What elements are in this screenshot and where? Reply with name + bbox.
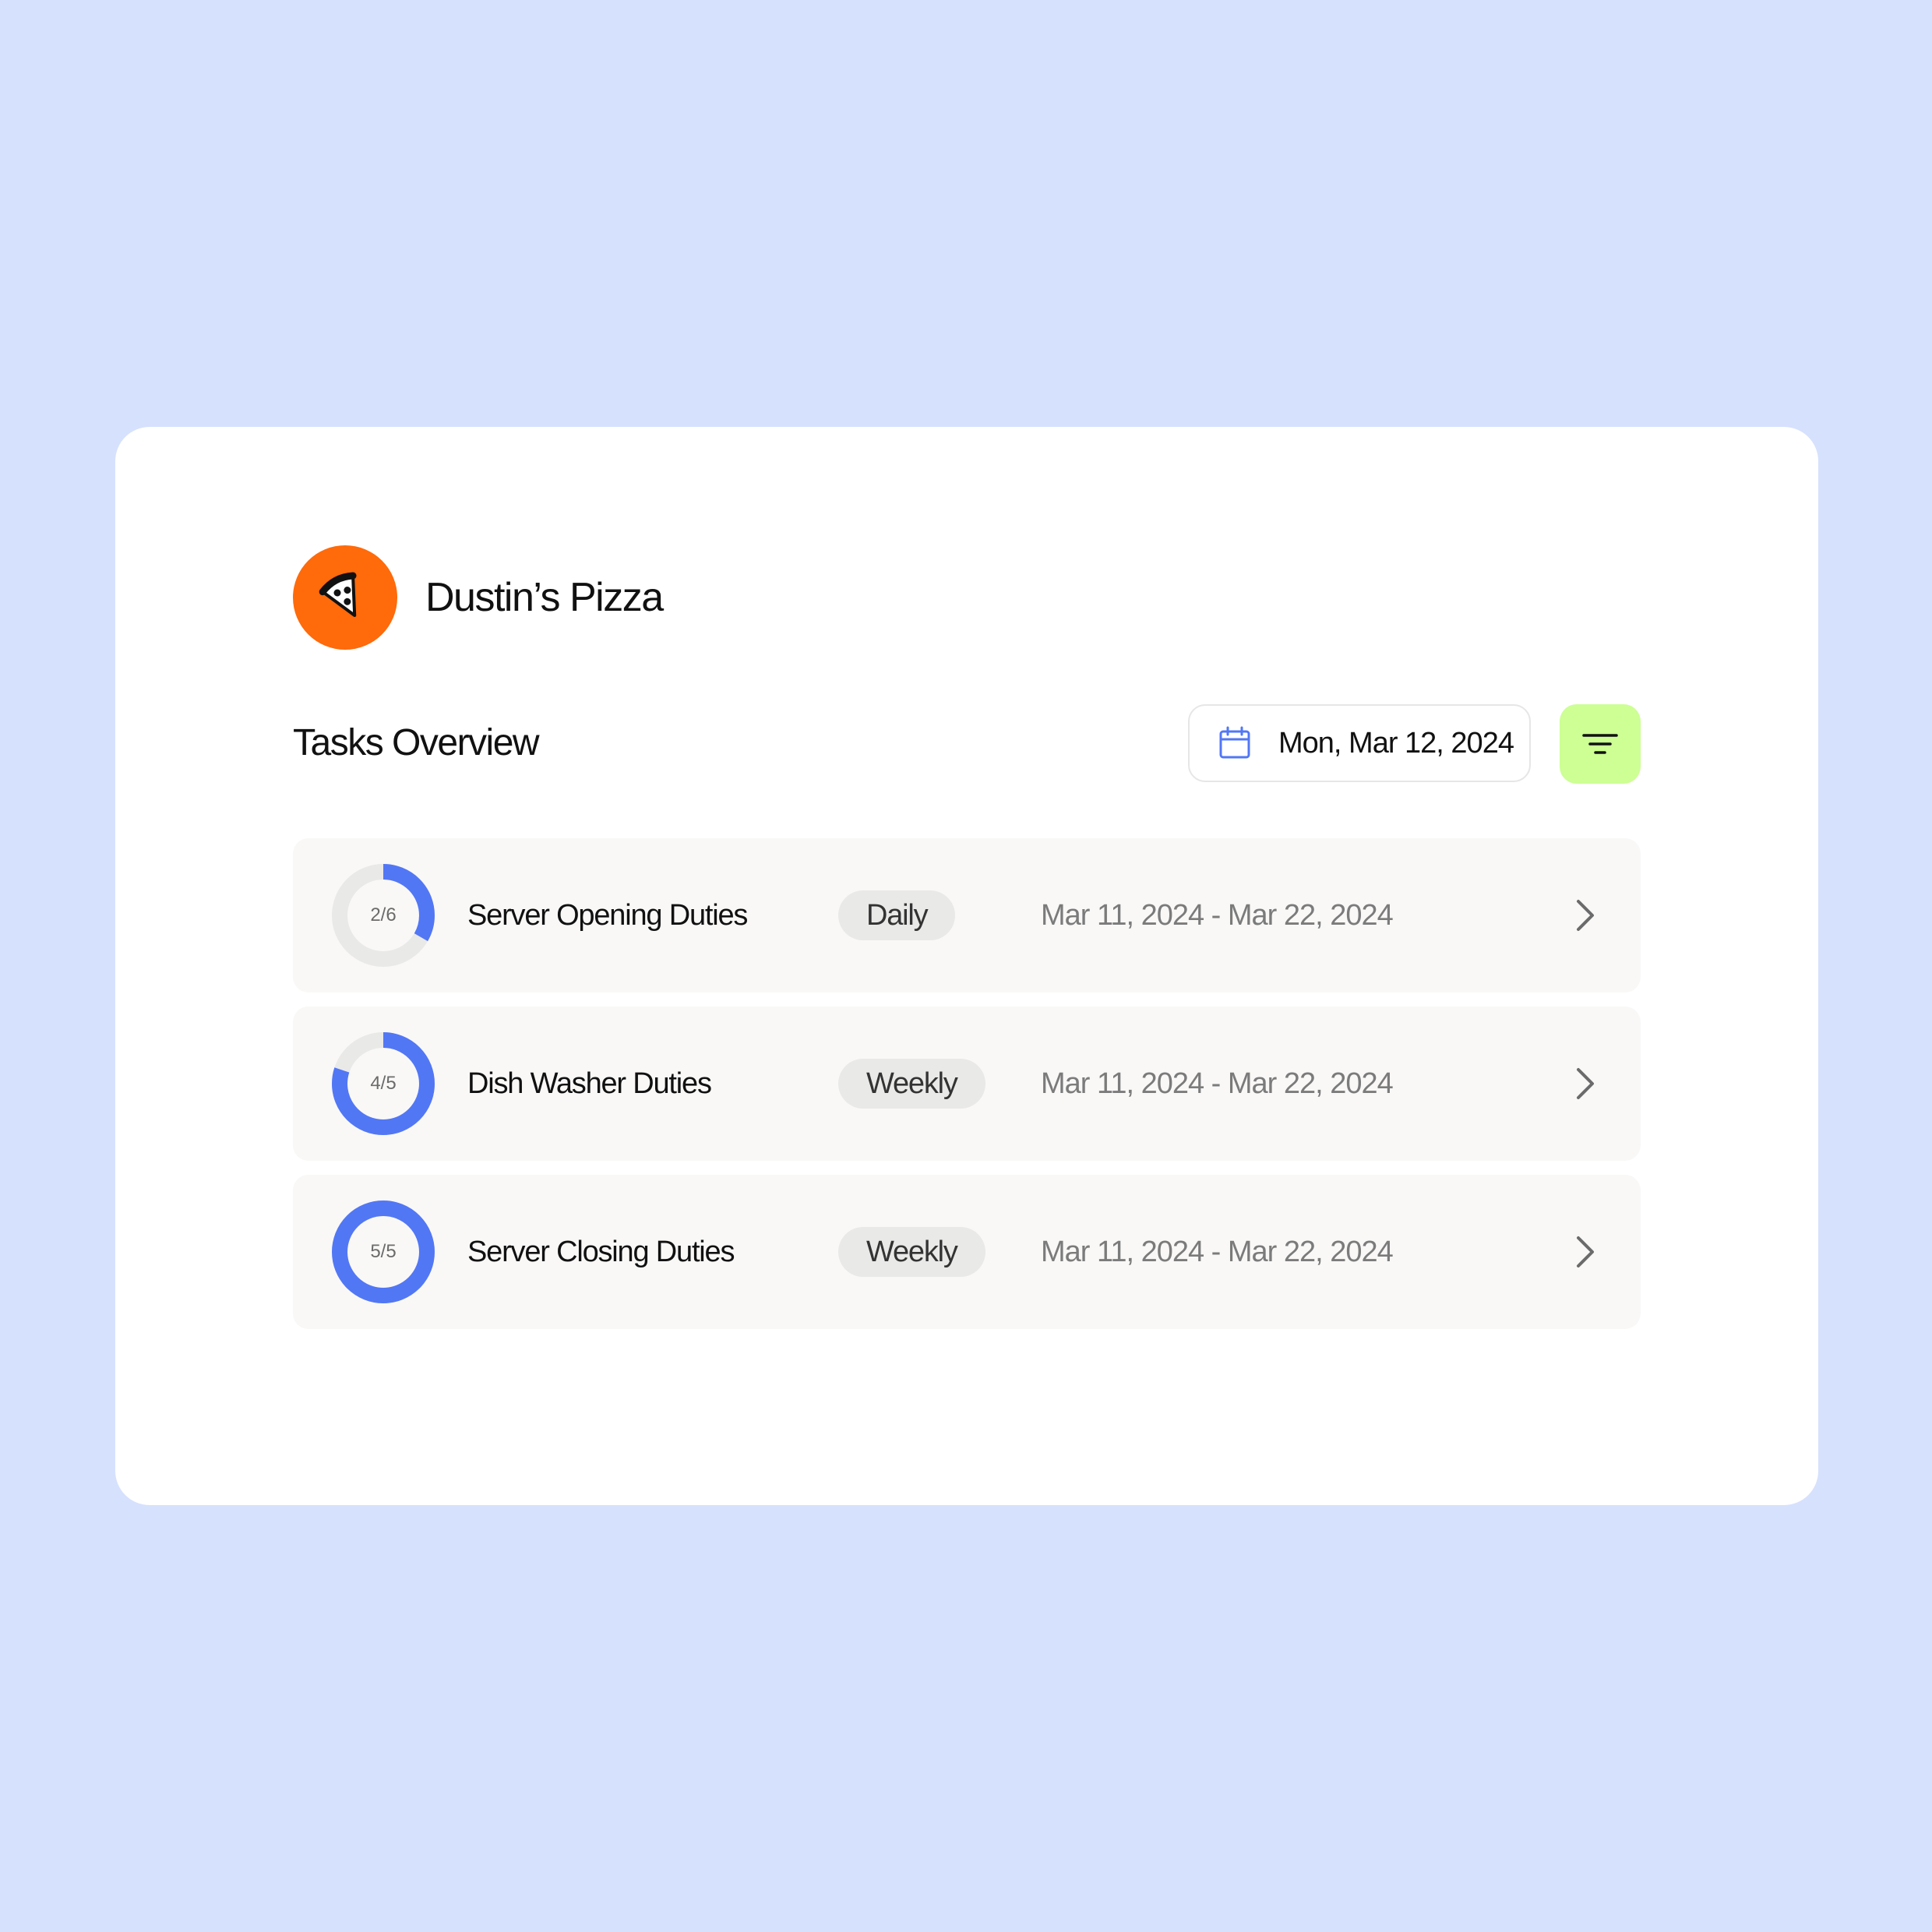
frequency-badge: Weekly <box>838 1059 985 1109</box>
page-title: Tasks Overview <box>293 722 540 763</box>
progress-label: 5/5 <box>370 1241 397 1262</box>
chevron-right-icon[interactable] <box>1566 1233 1603 1271</box>
frequency-badge: Daily <box>838 890 956 940</box>
date-picker[interactable]: Mon, Mar 12, 2024 <box>1188 704 1531 782</box>
progress-ring: 4/5 <box>332 1032 435 1135</box>
task-row[interactable]: 2/6 Server Opening Duties Daily Mar 11, … <box>293 838 1641 992</box>
frequency-badge: Weekly <box>838 1227 985 1277</box>
task-name: Dish Washer Duties <box>467 1067 712 1100</box>
task-row[interactable]: 4/5 Dish Washer Duties Weekly Mar 11, 20… <box>293 1007 1641 1161</box>
progress-ring: 2/6 <box>332 864 435 967</box>
calendar-icon <box>1218 726 1252 760</box>
task-name: Server Closing Duties <box>467 1236 735 1268</box>
filter-icon <box>1581 732 1619 756</box>
task-name: Server Opening Duties <box>467 899 748 932</box>
task-row[interactable]: 5/5 Server Closing Duties Weekly Mar 11,… <box>293 1175 1641 1329</box>
progress-ring: 5/5 <box>332 1200 435 1303</box>
chevron-right-icon[interactable] <box>1566 897 1603 934</box>
chevron-right-icon[interactable] <box>1566 1065 1603 1102</box>
date-range: Mar 11, 2024 - Mar 22, 2024 <box>1041 899 1394 932</box>
progress-label: 2/6 <box>370 904 397 925</box>
brand-logo <box>293 545 397 650</box>
brand-name: Dustin’s Pizza <box>425 575 664 620</box>
pizza-slice-icon <box>312 565 378 630</box>
task-list: 2/6 Server Opening Duties Daily Mar 11, … <box>293 838 1641 1343</box>
date-picker-value: Mon, Mar 12, 2024 <box>1278 726 1514 760</box>
brand-header: Dustin’s Pizza <box>293 545 664 650</box>
tasks-card: Dustin’s Pizza Tasks Overview Mon, Mar 1… <box>115 427 1818 1505</box>
date-range: Mar 11, 2024 - Mar 22, 2024 <box>1041 1067 1394 1100</box>
filter-button[interactable] <box>1560 704 1641 784</box>
date-range: Mar 11, 2024 - Mar 22, 2024 <box>1041 1236 1394 1268</box>
progress-label: 4/5 <box>370 1073 397 1094</box>
